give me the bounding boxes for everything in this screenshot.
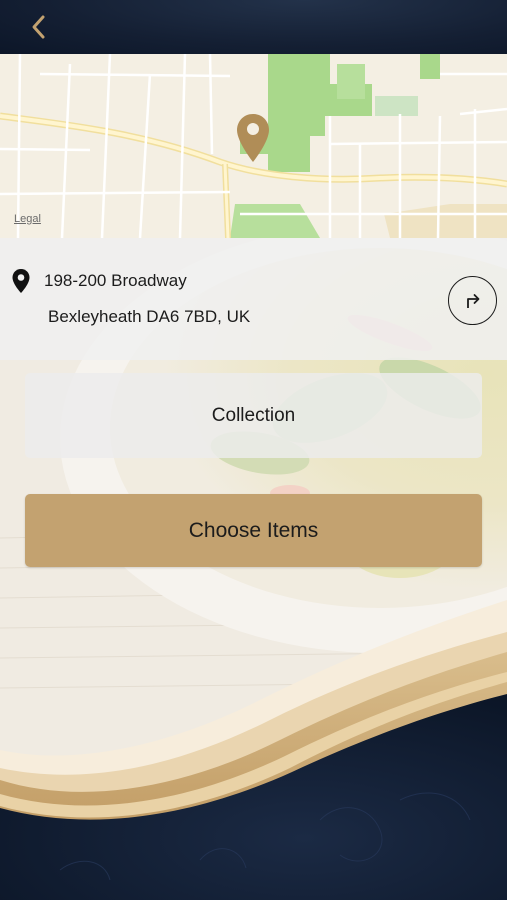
map-marker-icon[interactable] — [235, 112, 271, 164]
chevron-left-icon — [32, 15, 45, 39]
decorative-wave-footer — [0, 600, 507, 900]
location-pin-icon — [12, 269, 30, 293]
address-line-1: 198-200 Broadway — [44, 271, 187, 290]
map-legal-link[interactable]: Legal — [14, 213, 41, 225]
choose-items-button[interactable]: Choose Items — [25, 494, 482, 567]
address-line-2: Bexleyheath DA6 7BD, UK — [48, 307, 251, 326]
collection-button[interactable]: Collection — [25, 373, 482, 458]
top-bar — [0, 0, 507, 54]
back-button[interactable] — [22, 10, 56, 44]
map-view[interactable]: Legal — [0, 54, 507, 238]
directions-arrow-icon — [466, 293, 479, 308]
restaurant-location-screen: Legal 198-200 Broadway Bexleyheath DA6 7… — [0, 0, 507, 900]
address-panel: 198-200 Broadway Bexleyheath DA6 7BD, UK — [0, 238, 507, 360]
directions-button[interactable] — [448, 276, 497, 325]
